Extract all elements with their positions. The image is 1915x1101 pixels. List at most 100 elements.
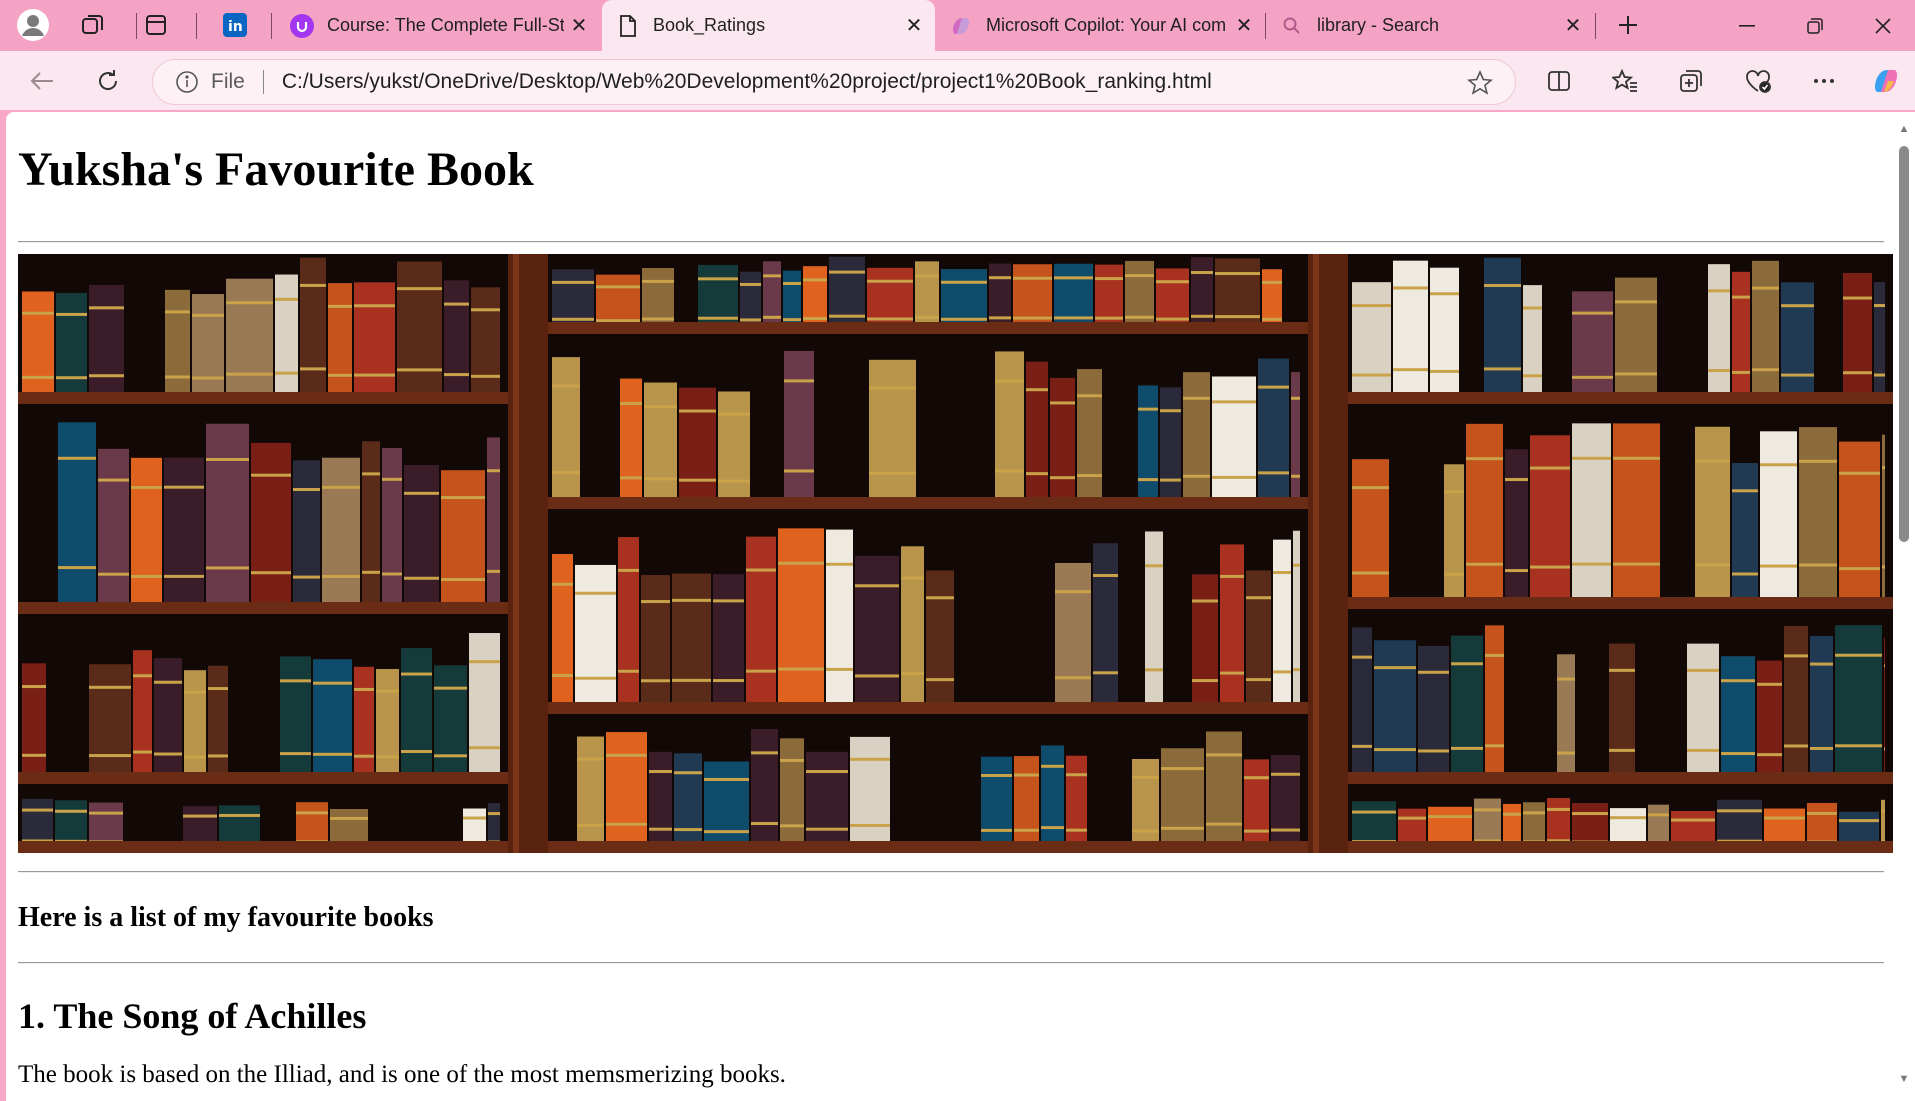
tab-close-icon[interactable]: ✕	[1229, 11, 1259, 41]
favorites-icon[interactable]	[1605, 61, 1645, 101]
book-band	[1191, 270, 1213, 274]
book-spine	[1161, 748, 1204, 853]
scroll-up-icon[interactable]: ▲	[1897, 122, 1911, 136]
tab-close-icon[interactable]: ✕	[564, 11, 594, 41]
scroll-down-icon[interactable]: ▼	[1897, 1072, 1911, 1086]
book-band	[620, 401, 642, 405]
info-icon[interactable]	[175, 70, 199, 94]
book-band	[1145, 564, 1163, 568]
book-band	[1291, 474, 1300, 478]
book-band	[275, 371, 298, 375]
book-band	[165, 375, 190, 379]
more-options-icon[interactable]	[1804, 61, 1844, 101]
book-band	[1610, 816, 1646, 820]
tab-actions-icon[interactable]	[139, 8, 173, 42]
book-band	[1757, 752, 1782, 756]
tab-udemy-course[interactable]: Course: The Complete Full-Sta ✕	[276, 0, 600, 51]
collections-icon[interactable]	[1671, 61, 1711, 101]
book-band	[354, 687, 374, 691]
book-spine	[641, 574, 670, 714]
book-band	[869, 471, 916, 475]
book-band	[1273, 670, 1291, 674]
book-band	[1615, 372, 1657, 376]
book-band	[1882, 465, 1885, 469]
book-band	[1220, 671, 1244, 675]
close-window-icon[interactable]	[1849, 0, 1915, 51]
book-spine	[441, 469, 485, 614]
copilot-sidebar-icon[interactable]	[1866, 61, 1906, 101]
book-spine	[1244, 759, 1269, 853]
book-band	[1014, 773, 1039, 777]
book-band	[226, 301, 273, 305]
book-band	[829, 270, 865, 274]
book-spine	[552, 356, 580, 509]
address-bar[interactable]: File C:/Users/yukst/OneDrive/Desktop/Web…	[152, 59, 1516, 105]
book-band	[1752, 286, 1779, 290]
book-band	[397, 368, 442, 372]
book-spine	[826, 529, 853, 714]
search-icon	[1280, 14, 1304, 38]
book-band	[1262, 280, 1282, 284]
book-spine	[1192, 574, 1218, 714]
book-band	[434, 686, 467, 690]
book-band	[1291, 396, 1300, 400]
linkedin-icon[interactable]: in	[218, 8, 252, 42]
book-band	[1041, 825, 1064, 829]
profile-avatar-icon[interactable]	[16, 8, 50, 42]
address-url[interactable]: C:/Users/yukst/OneDrive/Desktop/Web%20De…	[282, 70, 1212, 94]
tab-close-icon[interactable]: ✕	[899, 11, 929, 41]
minimize-icon[interactable]	[1713, 0, 1781, 51]
browser-essentials-icon[interactable]	[1738, 61, 1778, 101]
tab-book-ratings[interactable]: Book_Ratings ✕	[602, 0, 935, 51]
book-band	[1807, 811, 1837, 815]
book-band	[1613, 456, 1660, 460]
book-band	[376, 689, 399, 693]
book-band	[208, 686, 228, 690]
new-tab-icon[interactable]	[1611, 8, 1645, 42]
tab-copilot[interactable]: Microsoft Copilot: Your AI com ✕	[935, 0, 1265, 51]
book-spine	[293, 460, 320, 614]
book-spine	[1293, 530, 1300, 714]
book-spine	[1393, 260, 1428, 404]
book-band	[382, 572, 402, 576]
book-band	[1882, 565, 1885, 569]
shelf-board	[18, 391, 508, 404]
book-spine	[184, 669, 206, 784]
tab-library-search[interactable]: library - Search ✕	[1266, 0, 1594, 51]
book-spine	[22, 663, 46, 784]
tabstrip-separator	[1595, 13, 1596, 39]
book-band	[941, 317, 987, 321]
book-band	[1273, 570, 1291, 574]
book-spine	[362, 441, 380, 614]
book-band	[330, 816, 368, 820]
book-band	[1781, 373, 1814, 377]
workspaces-icon[interactable]	[76, 8, 110, 42]
book-spine	[995, 351, 1024, 509]
book-band	[1093, 573, 1118, 577]
book-spine	[1784, 625, 1808, 784]
book-band	[867, 317, 913, 321]
book-band	[780, 824, 804, 828]
tab-close-icon[interactable]: ✕	[1558, 11, 1588, 41]
book-band	[56, 376, 87, 380]
favorite-star-icon[interactable]	[1467, 70, 1493, 96]
book-band	[1430, 292, 1459, 296]
split-screen-icon[interactable]	[1539, 61, 1579, 101]
refresh-icon[interactable]	[88, 61, 128, 101]
book-band	[184, 690, 206, 694]
book-spine	[1752, 260, 1779, 404]
back-icon[interactable]	[22, 61, 62, 101]
book-band	[1418, 749, 1449, 753]
scrollbar-thumb[interactable]	[1899, 146, 1909, 542]
book-band	[1484, 367, 1521, 371]
book-band	[1066, 828, 1087, 832]
book-spine	[471, 287, 500, 404]
book-band	[133, 750, 152, 754]
book-band	[280, 751, 311, 755]
book-band	[1206, 822, 1242, 826]
book-band	[89, 306, 124, 310]
restore-icon[interactable]	[1781, 0, 1849, 51]
tab-title: Microsoft Copilot: Your AI com	[986, 15, 1227, 35]
book-band	[1466, 562, 1503, 566]
book-spine	[704, 761, 749, 853]
